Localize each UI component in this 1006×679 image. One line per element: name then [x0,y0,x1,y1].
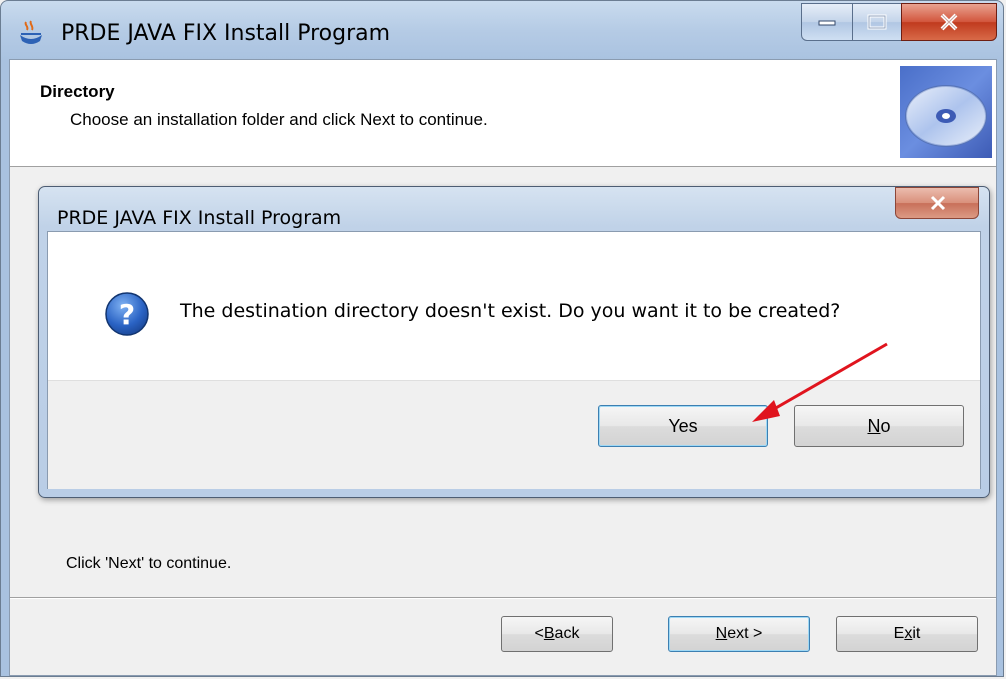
next-rest: ext > [727,625,763,642]
cd-disc-icon [900,66,992,158]
window-title: PRDE JAVA FIX Install Program [61,21,391,46]
footer-hint: Click 'Next' to continue. [66,555,232,572]
yes-label: Yes [668,415,698,436]
maximize-button[interactable] [852,3,902,41]
close-icon [940,13,958,31]
exit-rest: it [912,625,921,642]
page-subtitle: Choose an installation folder and click … [70,110,488,129]
footer-divider [10,597,996,599]
title-bar[interactable]: PRDE JAVA FIX Install Program [1,1,1003,61]
back-button[interactable]: < Back [501,616,613,652]
page-title: Directory [40,82,115,101]
exit-start: E [893,625,905,642]
exit-button[interactable]: Ex it [836,616,978,652]
question-icon: ? [105,292,149,336]
maximize-icon [867,14,887,30]
window-close-button[interactable] [901,3,997,41]
dialog-message: The destination directory doesn't exist.… [180,300,841,322]
next-button[interactable]: Next > [668,616,810,652]
java-coffee-cup-icon [20,20,42,44]
exit-mnemonic: x [904,625,913,642]
dialog-title: PRDE JAVA FIX Install Program [57,207,342,229]
back-prefix: < [534,625,544,642]
annotation-arrow [752,342,888,422]
minimize-button[interactable] [801,3,853,41]
next-mnemonic: N [715,625,728,642]
dialog-close-button[interactable] [895,187,979,219]
back-mnemonic: B [543,625,555,642]
back-rest: ack [554,625,580,642]
header-panel: Directory Choose an installation folder … [10,60,996,167]
minimize-icon [818,20,836,26]
close-icon [930,195,946,211]
svg-text:?: ? [119,298,135,331]
